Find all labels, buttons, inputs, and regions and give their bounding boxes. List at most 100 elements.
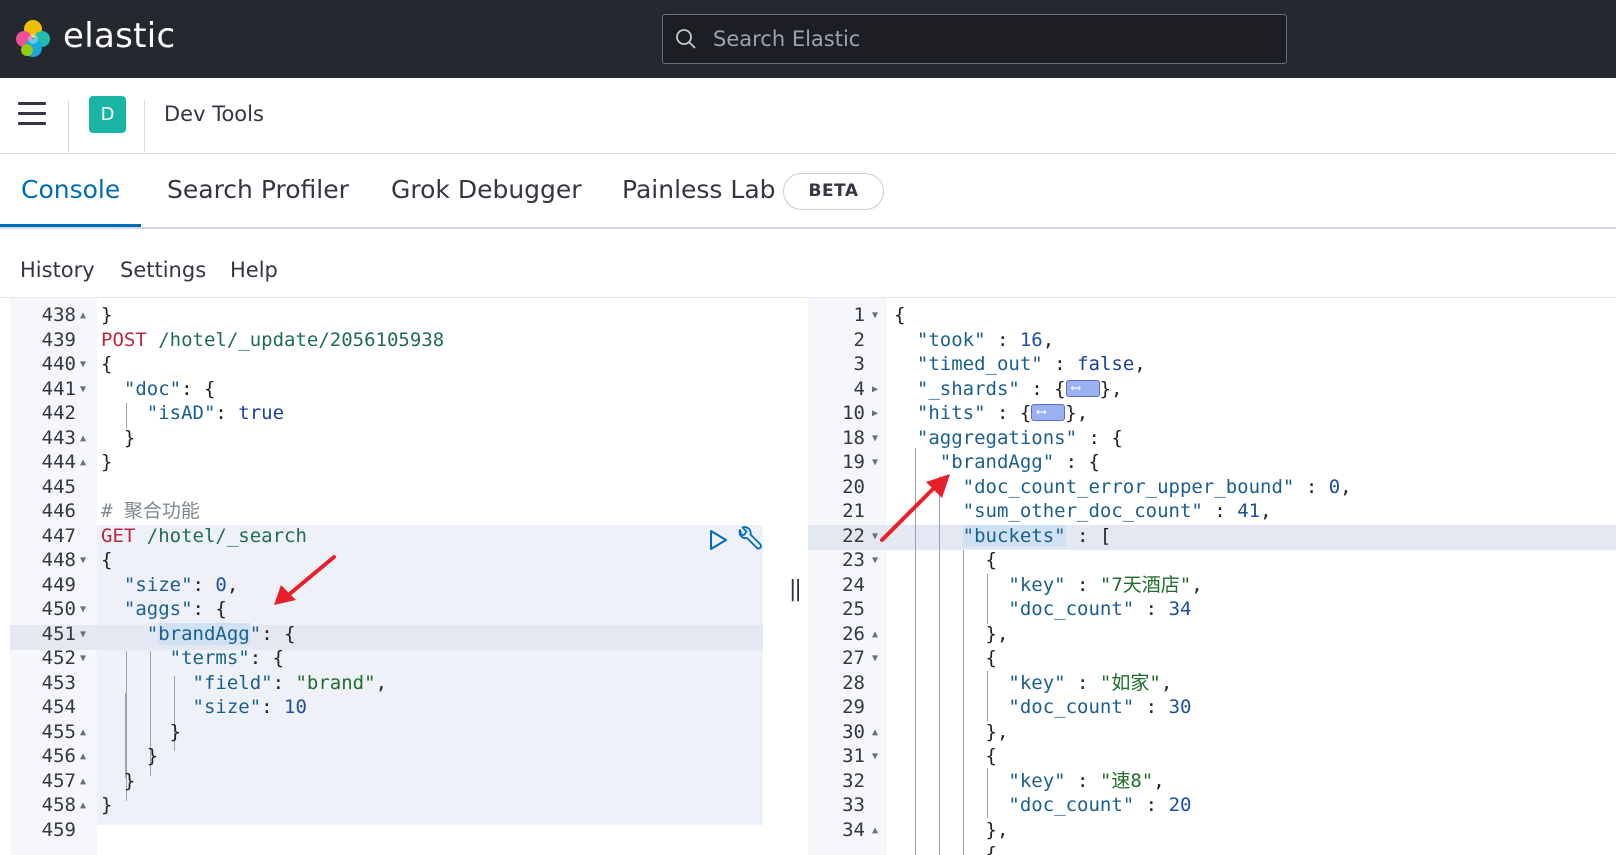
code-token: { xyxy=(894,304,906,326)
code-line[interactable]: 29 "doc_count" : 30 xyxy=(808,695,1616,720)
code-line[interactable]: 441 ▼ "doc": { xyxy=(0,377,770,402)
fold-arrow-down-icon[interactable]: ▼ xyxy=(872,450,878,475)
fold-arrow-up-icon[interactable]: ▲ xyxy=(80,793,86,818)
code-line[interactable]: 439 POST /hotel/_update/2056105938 xyxy=(0,328,770,353)
code-line[interactable]: 444 ▲} xyxy=(0,450,770,475)
code-line[interactable]: 453 "field": "brand", xyxy=(0,671,770,696)
code-line[interactable]: 440 ▼ { xyxy=(0,352,770,377)
fold-arrow-up-icon[interactable]: ▲ xyxy=(80,303,86,328)
code-line[interactable]: 459 xyxy=(0,818,770,843)
code-line[interactable]: 451 ▼ "brandAgg": { xyxy=(0,622,770,647)
fold-arrow-down-icon[interactable]: ▼ xyxy=(80,377,86,402)
code-line[interactable]: 448 ▼ { xyxy=(0,548,770,573)
settings-link[interactable]: Settings xyxy=(120,258,206,282)
code-text: "aggregations" : { xyxy=(894,426,1123,451)
fold-arrow-down-icon[interactable]: ▼ xyxy=(872,524,878,549)
fold-arrow-up-icon[interactable]: ▲ xyxy=(80,450,86,475)
fold-arrow-up-icon[interactable]: ▲ xyxy=(80,769,86,794)
fold-arrow-down-icon[interactable]: ▼ xyxy=(872,646,878,671)
global-search-field[interactable]: Search Elastic xyxy=(662,14,1287,64)
code-token: } xyxy=(101,720,182,743)
fold-arrow-down-icon[interactable]: ▼ xyxy=(80,597,86,622)
code-line[interactable]: 30 ▲ }, xyxy=(808,720,1616,745)
fold-arrow-down-icon[interactable]: ▼ xyxy=(872,548,878,573)
tab-grok-debugger[interactable]: Grok Debugger xyxy=(391,175,582,204)
collapsed-fold-widget-icon[interactable] xyxy=(1031,400,1066,425)
code-line[interactable]: 34 ▲ }, xyxy=(808,818,1616,843)
line-number: 445 xyxy=(41,475,76,498)
code-line[interactable]: 445 xyxy=(0,475,770,500)
code-line[interactable]: 24 "key" : "7天酒店", xyxy=(808,573,1616,598)
fold-arrow-down-icon[interactable]: ▼ xyxy=(80,622,86,647)
panel-resize-handle[interactable]: || xyxy=(789,577,802,602)
fold-arrow-down-icon[interactable]: ▼ xyxy=(872,426,878,451)
code-line[interactable]: 1 ▼ { xyxy=(808,303,1616,328)
fold-arrow-up-icon[interactable]: ▲ xyxy=(872,622,878,647)
code-line[interactable]: 447 GET /hotel/_search xyxy=(0,524,770,549)
code-text: } xyxy=(101,450,112,475)
code-line[interactable]: 31 ▼ { xyxy=(808,744,1616,769)
fold-arrow-right-icon[interactable]: ▶ xyxy=(872,401,878,426)
collapsed-fold-widget-icon[interactable] xyxy=(1065,376,1100,401)
code-line[interactable]: 23 ▼ { xyxy=(808,548,1616,573)
line-number: 449 xyxy=(41,573,76,596)
code-line[interactable]: 22 ▼ "buckets" : [ xyxy=(808,524,1616,549)
breadcrumb-app-title: Dev Tools xyxy=(164,102,264,126)
code-line[interactable]: 19 ▼ "brandAgg" : { xyxy=(808,450,1616,475)
code-line[interactable]: 2 "took" : 16, xyxy=(808,328,1616,353)
fold-arrow-up-icon[interactable]: ▲ xyxy=(80,720,86,745)
play-icon[interactable] xyxy=(707,528,729,552)
help-link[interactable]: Help xyxy=(230,258,278,282)
code-line[interactable]: 442 "isAD": true xyxy=(0,401,770,426)
code-line[interactable]: { xyxy=(808,842,1616,855)
code-token: : { xyxy=(249,647,285,669)
fold-arrow-up-icon[interactable]: ▲ xyxy=(80,426,86,451)
code-line[interactable]: 455 ▲ } xyxy=(0,720,770,745)
code-line[interactable]: 456 ▲ } xyxy=(0,744,770,769)
code-line[interactable]: 446 # 聚合功能 xyxy=(0,499,770,524)
code-line[interactable]: 10 ▶ "hits" : {}, xyxy=(808,400,1616,426)
tab-console[interactable]: Console xyxy=(21,175,120,204)
fold-arrow-down-icon[interactable]: ▼ xyxy=(80,548,86,573)
code-line[interactable]: 4 ▶ "_shards" : {}, xyxy=(808,376,1616,402)
elastic-logo-icon[interactable] xyxy=(14,18,52,58)
fold-arrow-down-icon[interactable]: ▼ xyxy=(80,352,86,377)
fold-arrow-right-icon[interactable]: ▶ xyxy=(872,377,878,402)
code-token: 20 xyxy=(1168,794,1192,816)
logo-wordmark[interactable]: elastic xyxy=(63,16,175,56)
fold-arrow-up-icon[interactable]: ▲ xyxy=(872,720,878,745)
code-token: "aggs" xyxy=(123,598,193,620)
fold-arrow-up-icon[interactable]: ▲ xyxy=(80,744,86,769)
hamburger-menu-button[interactable] xyxy=(18,102,46,126)
code-line[interactable]: 20 "doc_count_error_upper_bound" : 0, xyxy=(808,475,1616,500)
tab-search-profiler[interactable]: Search Profiler xyxy=(167,175,349,204)
code-line[interactable]: 32 "key" : "速8", xyxy=(808,769,1616,794)
fold-arrow-up-icon[interactable]: ▲ xyxy=(872,818,878,843)
code-line[interactable]: 443 ▲ } xyxy=(0,426,770,451)
fold-arrow-down-icon[interactable]: ▼ xyxy=(872,303,878,328)
request-editor[interactable]: 438 ▲} 439 POST /hotel/_update/2056105938 44… xyxy=(0,298,770,855)
code-token: "doc_count" xyxy=(1008,696,1135,718)
code-line[interactable]: 450 ▼ "aggs": { xyxy=(0,597,770,622)
code-line[interactable]: 457 ▲ } xyxy=(0,769,770,794)
code-line[interactable]: 18 ▼ "aggregations" : { xyxy=(808,426,1616,451)
code-line[interactable]: 21 "sum_other_doc_count" : 41, xyxy=(808,499,1616,524)
code-line[interactable]: 33 "doc_count" : 20 xyxy=(808,793,1616,818)
space-avatar[interactable]: D xyxy=(89,96,126,133)
code-line[interactable]: 452 ▼ "terms": { xyxy=(0,646,770,671)
code-line[interactable]: 438 ▲} xyxy=(0,303,770,328)
code-line[interactable]: 27 ▼ { xyxy=(808,646,1616,671)
fold-arrow-down-icon[interactable]: ▼ xyxy=(80,646,86,671)
history-link[interactable]: History xyxy=(20,258,95,282)
code-line[interactable]: 28 "key" : "如家", xyxy=(808,671,1616,696)
code-line[interactable]: 26 ▲ }, xyxy=(808,622,1616,647)
code-line[interactable]: 449 "size": 0, xyxy=(0,573,770,598)
response-editor[interactable]: 1 ▼{2 "took" : 16, 3 "timed_out" : false, 4… xyxy=(808,298,1616,855)
tab-painless-lab[interactable]: Painless Lab xyxy=(622,175,776,204)
code-line[interactable]: 25 "doc_count" : 34 xyxy=(808,597,1616,622)
wrench-icon[interactable] xyxy=(734,526,764,554)
code-line[interactable]: 3 "timed_out" : false, xyxy=(808,352,1616,377)
code-line[interactable]: 454 "size": 10 xyxy=(0,695,770,720)
fold-arrow-down-icon[interactable]: ▼ xyxy=(872,744,878,769)
code-line[interactable]: 458 ▲} xyxy=(0,793,770,818)
